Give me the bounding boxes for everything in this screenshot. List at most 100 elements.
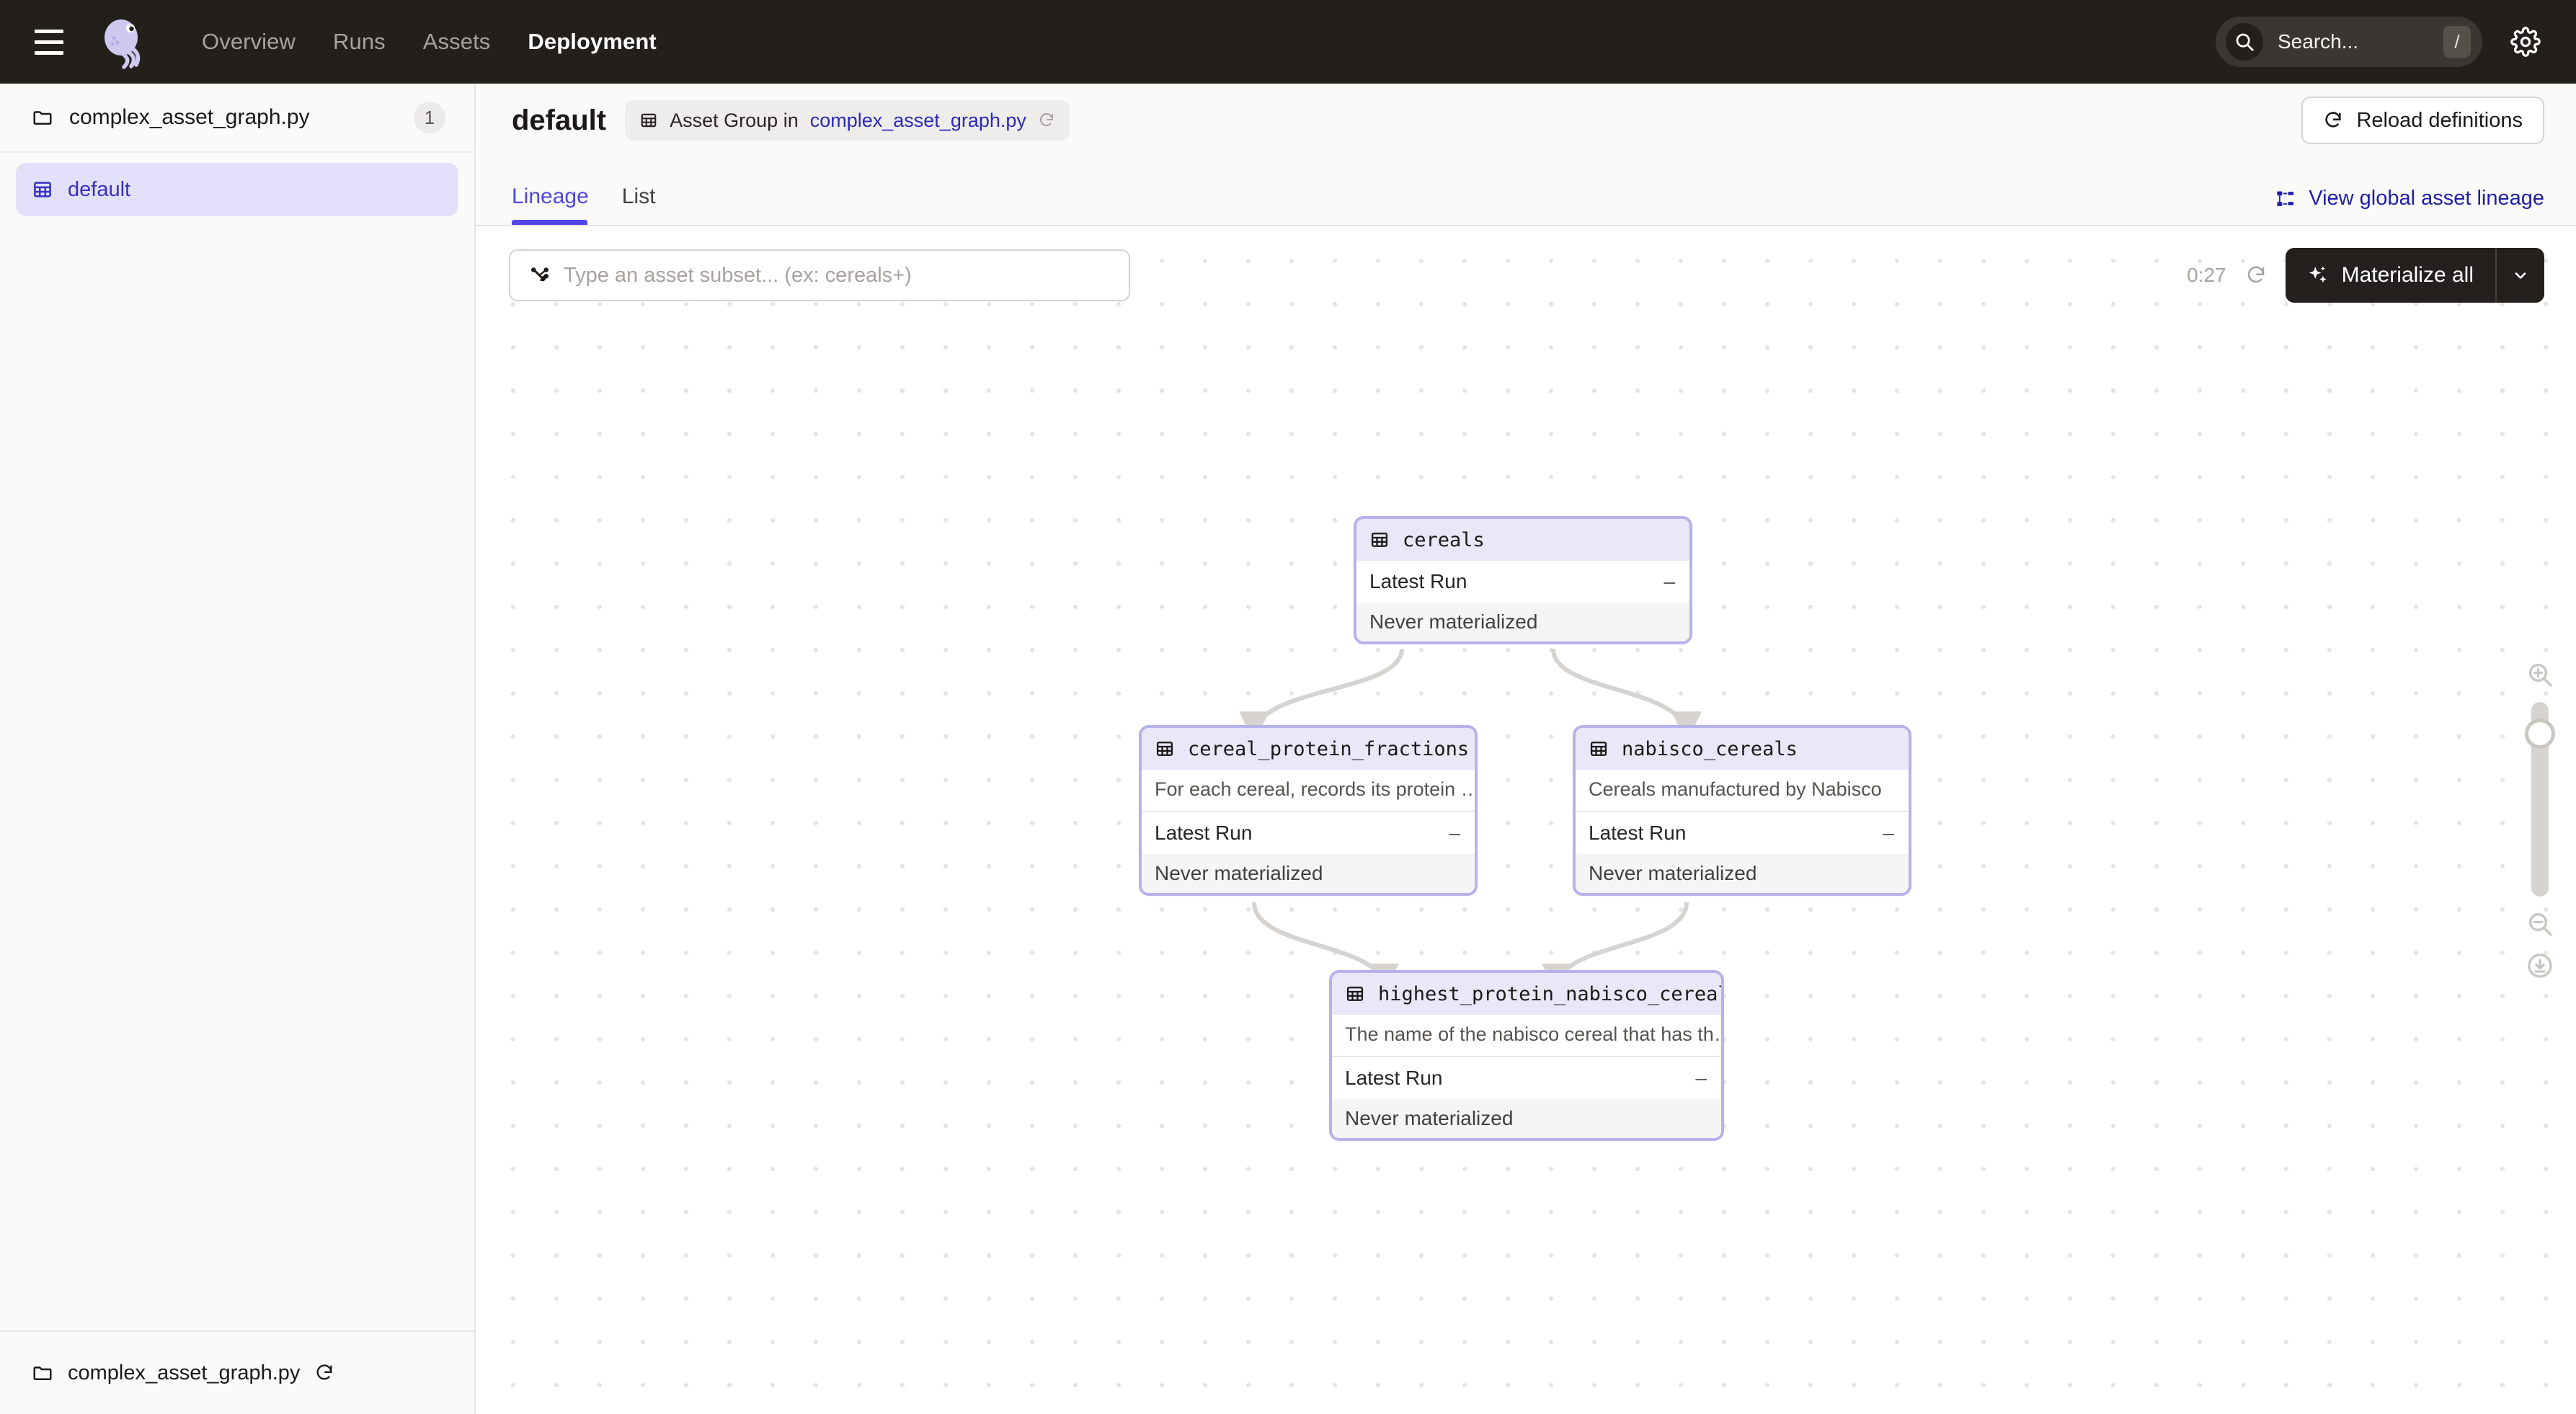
asset-node-description: For each cereal, records its protein … xyxy=(1142,770,1475,812)
latest-run-label: Latest Run xyxy=(1155,822,1253,844)
refresh-icon[interactable] xyxy=(1038,112,1055,129)
zoom-in-icon[interactable] xyxy=(2526,660,2554,689)
asset-group-icon xyxy=(32,179,53,200)
app-body: complex_asset_graph.py 1 default complex… xyxy=(0,84,2576,1414)
gear-icon[interactable] xyxy=(2507,23,2544,61)
tab-list-view[interactable]: List xyxy=(622,184,672,225)
table-icon xyxy=(1369,530,1390,550)
folder-icon xyxy=(32,107,53,128)
asset-node-title: cereal_protein_fractions xyxy=(1188,737,1470,760)
nav-item-overview[interactable]: Overview xyxy=(183,29,314,55)
asset-node-nabisco-cereals[interactable]: nabisco_cereals Cereals manufactured by … xyxy=(1573,725,1911,896)
asset-node-header: cereals xyxy=(1356,519,1689,561)
asset-node-latest-run-row: Latest Run – xyxy=(1332,1057,1721,1099)
left-sidebar: complex_asset_graph.py 1 default complex… xyxy=(0,84,476,1414)
global-search-input[interactable]: Search... / xyxy=(2216,17,2482,67)
asset-node-description: The name of the nabisco cereal that has … xyxy=(1332,1015,1721,1057)
edge-cereals-to-cereal-protein-fractions xyxy=(1239,648,1404,743)
asset-node-latest-run-row: Latest Run – xyxy=(1356,561,1689,602)
lineage-toolbar-right: 0:27 Materialize all xyxy=(2187,248,2544,303)
nav-item-assets[interactable]: Assets xyxy=(404,29,510,55)
asterisk-graph-icon xyxy=(529,264,551,286)
tabs-bar: Lineage List View global asset lineage xyxy=(476,157,2576,226)
zoom-slider[interactable] xyxy=(2525,702,2555,897)
refresh-countdown-timer: 0:27 xyxy=(2187,264,2226,286)
asset-node-title: highest_protein_nabisco_cereal xyxy=(1378,982,1724,1005)
hamburger-icon[interactable] xyxy=(35,26,72,58)
view-global-asset-lineage-link[interactable]: View global asset lineage xyxy=(2275,187,2544,225)
main-content: default Asset Group in complex_asset_gra… xyxy=(476,84,2576,1414)
top-navigation-bar: Overview Runs Assets Deployment Search..… xyxy=(0,0,2576,84)
sidebar-footer-label: complex_asset_graph.py xyxy=(68,1361,301,1384)
asset-node-status: Never materialized xyxy=(1356,602,1689,641)
asset-group-list: default xyxy=(0,153,474,216)
asset-group-icon xyxy=(639,111,658,130)
asset-node-title: cereals xyxy=(1403,528,1485,551)
table-icon xyxy=(1345,984,1365,1004)
lineage-canvas[interactable]: Type an asset subset... (ex: cereals+) 0… xyxy=(476,226,2576,1414)
nav-item-deployment[interactable]: Deployment xyxy=(509,29,675,55)
asset-node-status: Never materialized xyxy=(1576,854,1909,893)
asset-node-title: nabisco_cereals xyxy=(1622,737,1798,760)
breadcrumb-prefix: Asset Group in xyxy=(670,109,799,131)
sidebar-repository-row[interactable]: complex_asset_graph.py 1 xyxy=(0,84,474,153)
graph-edges xyxy=(1239,648,1702,995)
asset-node-cereal-protein-fractions[interactable]: cereal_protein_fractions For each cereal… xyxy=(1139,725,1478,896)
asset-node-header: nabisco_cereals xyxy=(1576,728,1909,770)
search-icon xyxy=(2226,23,2263,61)
view-global-asset-lineage-label: View global asset lineage xyxy=(2309,187,2544,210)
reload-definitions-button[interactable]: Reload definitions xyxy=(2301,97,2544,144)
asset-subset-input[interactable]: Type an asset subset... (ex: cereals+) xyxy=(509,249,1130,301)
table-icon xyxy=(1155,739,1175,759)
materialize-options-dropdown[interactable] xyxy=(2495,248,2544,303)
tab-lineage[interactable]: Lineage xyxy=(512,184,605,225)
repository-name: complex_asset_graph.py xyxy=(69,105,310,129)
asset-node-status: Never materialized xyxy=(1142,854,1475,893)
reload-definitions-label: Reload definitions xyxy=(2356,108,2523,132)
dagster-logo[interactable] xyxy=(97,14,151,69)
latest-run-value: – xyxy=(1449,822,1460,844)
page-header: default Asset Group in complex_asset_gra… xyxy=(476,84,2576,157)
search-shortcut-key: / xyxy=(2443,26,2471,58)
latest-run-value: – xyxy=(1664,570,1675,592)
search-placeholder: Search... xyxy=(2278,30,2359,53)
sparkle-icon xyxy=(2307,264,2329,286)
dagster-app: Overview Runs Assets Deployment Search..… xyxy=(0,0,2576,1414)
materialize-all-button[interactable]: Materialize all xyxy=(2286,248,2495,303)
asset-node-latest-run-row: Latest Run – xyxy=(1142,812,1475,854)
refresh-icon[interactable] xyxy=(314,1363,334,1383)
nav-item-runs[interactable]: Runs xyxy=(314,29,404,55)
refresh-icon xyxy=(2323,110,2343,130)
breadcrumb-repo-link[interactable]: complex_asset_graph.py xyxy=(810,110,1026,132)
tab-list: Lineage List xyxy=(512,157,688,225)
refresh-icon[interactable] xyxy=(2245,264,2267,286)
asset-subset-placeholder: Type an asset subset... (ex: cereals+) xyxy=(564,263,912,287)
sidebar-item-default[interactable]: default xyxy=(16,163,458,216)
asset-node-description: Cereals manufactured by Nabisco xyxy=(1576,770,1909,812)
zoom-slider-thumb[interactable] xyxy=(2525,719,2555,749)
sidebar-footer[interactable]: complex_asset_graph.py xyxy=(0,1330,474,1414)
asset-node-header: cereal_protein_fractions xyxy=(1142,728,1475,770)
asset-node-cereals[interactable]: cereals Latest Run – Never materialized xyxy=(1354,516,1692,644)
asset-node-status: Never materialized xyxy=(1332,1099,1721,1138)
repository-asset-group-count: 1 xyxy=(414,102,445,133)
asset-graph: cereals Latest Run – Never materialized xyxy=(476,226,2576,1414)
asset-node-header: highest_protein_nabisco_cereal xyxy=(1332,973,1721,1015)
folder-icon xyxy=(32,1362,53,1384)
materialize-all-button-group: Materialize all xyxy=(2285,248,2544,303)
zoom-to-fit-icon[interactable] xyxy=(2526,951,2554,980)
sidebar-item-label: default xyxy=(68,177,131,201)
latest-run-value: – xyxy=(1883,822,1894,844)
latest-run-label: Latest Run xyxy=(1345,1067,1443,1089)
breadcrumb: Asset Group in complex_asset_graph.py xyxy=(625,100,1070,141)
asset-node-highest-protein-nabisco-cereal[interactable]: highest_protein_nabisco_cereal The name … xyxy=(1329,970,1724,1141)
page-title: default xyxy=(512,104,607,136)
asset-node-latest-run-row: Latest Run – xyxy=(1576,812,1909,854)
latest-run-label: Latest Run xyxy=(1589,822,1687,844)
zoom-out-icon[interactable] xyxy=(2526,910,2554,938)
edge-cereals-to-nabisco-cereals xyxy=(1551,649,1702,743)
topbar-right-group: Search... / xyxy=(2216,17,2544,67)
zoom-controls xyxy=(2525,660,2555,980)
latest-run-label: Latest Run xyxy=(1369,570,1467,592)
main-nav: Overview Runs Assets Deployment xyxy=(183,29,675,55)
